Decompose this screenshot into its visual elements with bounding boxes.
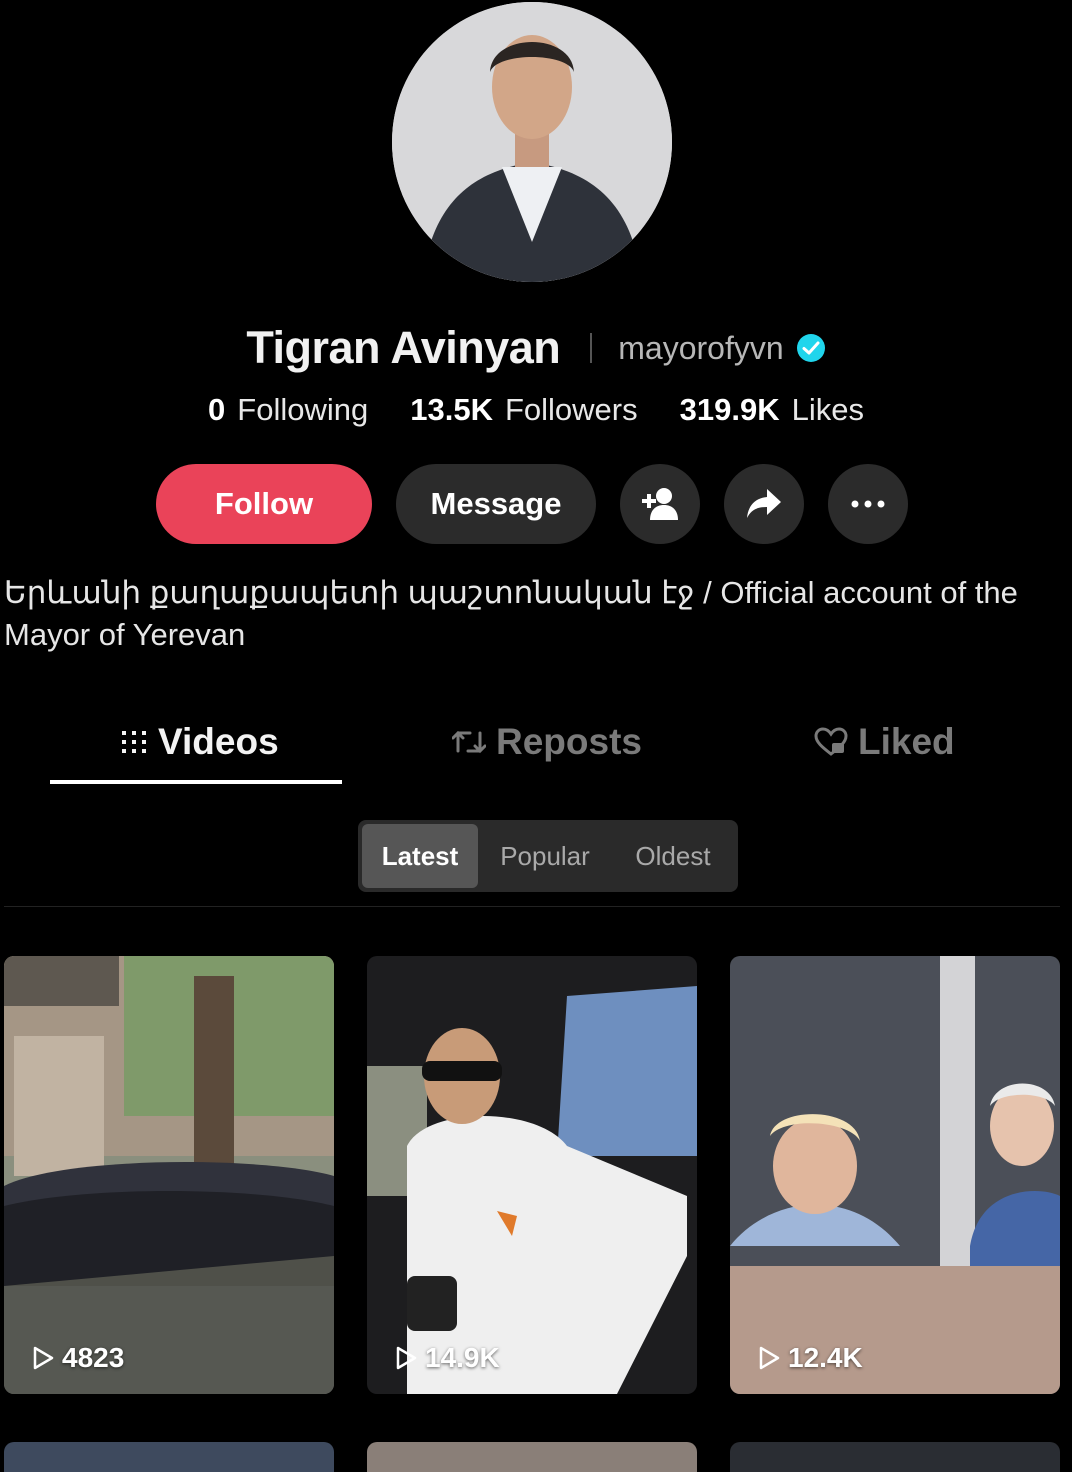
grid-icon bbox=[122, 731, 146, 753]
display-name: Tigran Avinyan bbox=[246, 322, 561, 373]
name-separator bbox=[590, 333, 593, 363]
play-icon bbox=[759, 1346, 780, 1370]
video-thumbnail-image bbox=[4, 956, 334, 1394]
tab-reposts-label: Reposts bbox=[496, 721, 642, 762]
video-thumbnail-partial[interactable] bbox=[367, 1442, 697, 1472]
play-icon bbox=[396, 1346, 417, 1370]
add-friend-icon bbox=[642, 488, 678, 520]
share-button[interactable] bbox=[724, 464, 804, 544]
share-icon bbox=[747, 489, 781, 518]
video-thumbnail-partial[interactable] bbox=[730, 1442, 1060, 1472]
profile-stats: 0 Following 13.5K Followers 319.9K Likes bbox=[0, 392, 1072, 428]
message-button[interactable]: Message bbox=[396, 464, 596, 544]
following-stat[interactable]: 0 Following bbox=[208, 392, 368, 428]
content-tabs: Videos Reposts Liked bbox=[0, 712, 1072, 784]
tab-liked[interactable]: Liked bbox=[814, 712, 955, 772]
active-tab-indicator bbox=[50, 780, 342, 784]
tab-videos[interactable]: Videos bbox=[120, 712, 279, 772]
repost-icon bbox=[452, 730, 486, 754]
verified-badge-icon bbox=[796, 334, 825, 362]
profile-bio: Երևանի քաղաքապետի պաշտոնական էջ / Offici… bbox=[4, 575, 1018, 652]
section-divider bbox=[4, 906, 1060, 907]
video-thumbnail[interactable]: 14.9K bbox=[367, 956, 697, 1394]
more-icon bbox=[851, 500, 885, 508]
video-thumbnail-image bbox=[367, 956, 697, 1394]
video-thumbnail[interactable]: 4823 bbox=[4, 956, 334, 1394]
profile-avatar[interactable] bbox=[392, 2, 672, 282]
tab-videos-label: Videos bbox=[158, 721, 279, 762]
followers-stat[interactable]: 13.5K Followers bbox=[410, 392, 637, 428]
add-friend-button[interactable] bbox=[620, 464, 700, 544]
view-count: 14.9K bbox=[395, 1342, 500, 1374]
heart-lock-icon bbox=[814, 727, 848, 756]
view-count: 4823 bbox=[32, 1342, 124, 1374]
profile-actions: Follow Message bbox=[156, 464, 908, 544]
play-icon bbox=[33, 1346, 54, 1370]
follow-button[interactable]: Follow bbox=[156, 464, 372, 544]
avatar-image bbox=[392, 2, 672, 282]
video-thumbnail-image bbox=[730, 956, 1060, 1394]
sort-oldest[interactable]: Oldest bbox=[612, 824, 734, 888]
profile-name-row: Tigran Avinyan mayorofyvn bbox=[0, 322, 1072, 374]
video-thumbnail-partial[interactable] bbox=[4, 1442, 334, 1472]
view-count: 12.4K bbox=[758, 1342, 863, 1374]
sort-segmented-control: Latest Popular Oldest bbox=[358, 820, 738, 892]
username: mayorofyvn bbox=[618, 329, 784, 366]
video-thumbnail[interactable]: 12.4K bbox=[730, 956, 1060, 1394]
likes-stat: 319.9K Likes bbox=[679, 392, 864, 427]
tab-reposts[interactable]: Reposts bbox=[452, 712, 642, 772]
sort-latest[interactable]: Latest bbox=[362, 824, 478, 888]
sort-popular[interactable]: Popular bbox=[478, 824, 612, 888]
tab-liked-label: Liked bbox=[858, 721, 955, 762]
more-button[interactable] bbox=[828, 464, 908, 544]
